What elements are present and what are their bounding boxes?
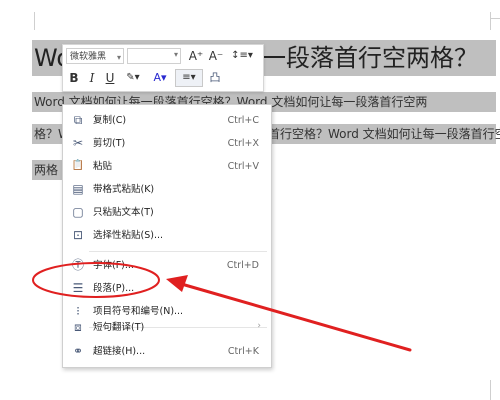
page-corner-mark: [490, 18, 500, 19]
paste-text-icon: ▢: [72, 205, 84, 219]
align-button[interactable]: ≡▾: [175, 69, 203, 87]
paste-icon: 📋: [71, 160, 85, 171]
bullets-icon: ⁝: [76, 304, 80, 318]
font-name-value: 微软雅黑: [70, 52, 107, 62]
menu-item-label: 剪切(T): [93, 138, 126, 149]
paragraph-line[interactable]: 落首行空格？Word 文档如何让每一段落首行空: [256, 126, 500, 142]
italic-button[interactable]: I: [85, 70, 99, 86]
chevron-down-icon: ▾: [116, 53, 121, 62]
hyperlink-icon: ⚭: [72, 344, 84, 358]
chevron-down-icon: ▾: [173, 50, 178, 59]
menu-item-paste[interactable]: 📋 粘贴 Ctrl+V: [63, 156, 271, 178]
paste-special-icon: ⊡: [72, 228, 84, 242]
menu-item-cut[interactable]: ✂ 剪切(T) Ctrl+X: [63, 133, 271, 155]
menu-item-font[interactable]: Ⓣ 字体(F)... Ctrl+D: [63, 255, 271, 277]
page-corner-mark: [490, 380, 491, 400]
menu-item-label: 超链接(H)...: [93, 346, 146, 357]
menu-divider: [89, 251, 267, 252]
font-size-select[interactable]: ▾: [127, 48, 181, 64]
menu-item-translate[interactable]: ⧈ 短句翻译(T) ›: [63, 317, 271, 339]
menu-item-label: 段落(P)...: [93, 283, 135, 294]
paragraph-icon: ☰: [72, 281, 84, 295]
menu-item-paste-special[interactable]: ⊡ 选择性粘贴(S)...: [63, 225, 271, 247]
paragraph-line[interactable]: 两格: [34, 162, 58, 178]
menu-item-label: 只粘贴文本(T): [93, 207, 154, 218]
paste-format-icon: ▤: [72, 182, 84, 196]
menu-item-paragraph[interactable]: ☰ 段落(P)...: [63, 278, 271, 300]
font-color-button[interactable]: A▾: [149, 70, 171, 86]
menu-item-label: 带格式粘贴(K): [93, 184, 155, 195]
translate-icon: ⧈: [74, 320, 82, 334]
menu-item-copy[interactable]: ⧉ 复制(C) Ctrl+C: [63, 110, 271, 132]
highlight-button[interactable]: ✎▾: [121, 70, 145, 86]
bold-button[interactable]: B: [67, 70, 81, 86]
menu-item-paste-text-only[interactable]: ▢ 只粘贴文本(T): [63, 202, 271, 224]
menu-item-label: 字体(F)...: [93, 260, 134, 271]
menu-item-shortcut: Ctrl+V: [227, 161, 259, 172]
mini-format-toolbar: 微软雅黑 ▾ ▾ A⁺ A⁻ ↕≡▾ B I U ✎▾ A▾ ≡▾ 凸: [62, 44, 264, 92]
menu-item-label: 短句翻译(T): [93, 322, 145, 333]
context-menu: ⧉ 复制(C) Ctrl+C ✂ 剪切(T) Ctrl+X 📋 粘贴 Ctrl+…: [62, 104, 272, 368]
menu-item-label: 复制(C): [93, 115, 127, 126]
menu-item-paste-keep-format[interactable]: ▤ 带格式粘贴(K): [63, 179, 271, 201]
menu-item-shortcut: Ctrl+C: [227, 115, 260, 126]
copy-icon: ⧉: [73, 113, 83, 127]
menu-item-hyperlink[interactable]: ⚭ 超链接(H)... Ctrl+K: [63, 341, 271, 363]
shrink-font-button[interactable]: A⁻: [207, 48, 225, 64]
menu-item-shortcut: Ctrl+X: [227, 138, 259, 149]
format-painter-button[interactable]: 凸: [207, 70, 223, 86]
scissors-icon: ✂: [72, 136, 84, 150]
page-corner-mark: [34, 12, 35, 30]
document-heading-end[interactable]: 一段落首行空两格？: [262, 38, 478, 78]
menu-item-shortcut: Ctrl+D: [226, 260, 259, 271]
font-name-select[interactable]: 微软雅黑 ▾: [66, 48, 124, 64]
underline-button[interactable]: U: [103, 70, 117, 86]
menu-item-shortcut: Ctrl+K: [227, 346, 259, 357]
menu-item-label: 粘贴: [93, 161, 113, 172]
page-corner-mark: [490, 12, 491, 30]
font-icon: Ⓣ: [71, 258, 84, 272]
chevron-right-icon: ›: [257, 321, 261, 331]
grow-font-button[interactable]: A⁺: [187, 48, 205, 64]
menu-item-label: 选择性粘贴(S)...: [93, 230, 164, 241]
line-spacing-button[interactable]: ↕≡▾: [227, 48, 257, 64]
